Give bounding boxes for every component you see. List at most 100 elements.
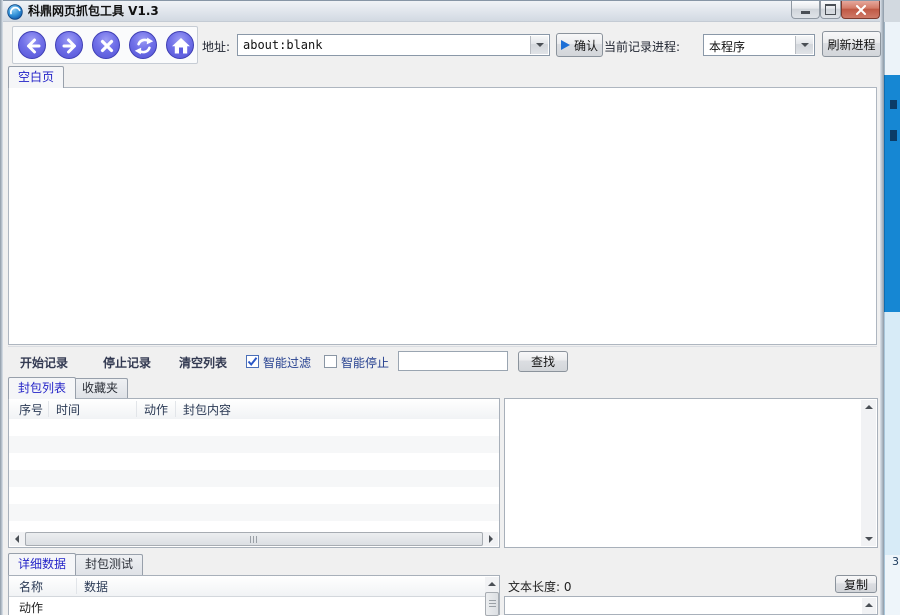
forward-button[interactable] [55, 31, 83, 59]
confirm-button[interactable]: 确认 [556, 33, 603, 57]
scroll-right-button[interactable] [484, 532, 498, 546]
scroll-left-button[interactable] [10, 532, 24, 546]
play-icon [561, 40, 570, 50]
window-frame-right [880, 0, 884, 615]
tab-packet-test[interactable]: 封包测试 [75, 554, 143, 575]
titlebar[interactable]: 科鼎网页抓包工具 V1.3 [0, 0, 884, 22]
arrow-down-icon [865, 537, 873, 541]
desktop-background: 3 [884, 0, 900, 615]
grip-icon [489, 600, 496, 608]
back-button[interactable] [18, 31, 46, 59]
refresh-process-button[interactable]: 刷新进程 [822, 31, 881, 57]
text-length-label: 文本长度: 0 [508, 578, 572, 595]
vertical-scrollbar[interactable] [862, 598, 876, 614]
address-dropdown-button[interactable] [530, 36, 548, 54]
smart-stop-checkbox[interactable] [324, 355, 337, 368]
x-icon [93, 32, 121, 60]
process-value: 本程序 [709, 38, 794, 55]
column-header-time[interactable]: 时间 [56, 401, 80, 418]
address-label: 地址: [202, 38, 230, 55]
close-icon [855, 5, 867, 15]
scroll-up-button[interactable] [862, 598, 876, 612]
vertical-scrollbar[interactable] [861, 400, 876, 546]
clear-list-button[interactable]: 清空列表 [179, 354, 227, 371]
background-segment [884, 312, 900, 555]
packet-table-body [9, 419, 499, 532]
detail-textarea[interactable] [504, 596, 878, 615]
smart-filter-label[interactable]: 智能过滤 [263, 354, 311, 371]
tab-detail-data[interactable]: 详细数据 [8, 553, 76, 575]
scrollbar-thumb[interactable] [25, 532, 483, 546]
column-header-index[interactable]: 序号 [19, 401, 43, 418]
detail-table-header: 名称 数据 [9, 576, 499, 597]
background-text-fragment [890, 130, 897, 141]
process-label: 当前记录进程: [604, 38, 680, 55]
column-header-content[interactable]: 封包内容 [183, 401, 231, 418]
arrow-right-icon [56, 32, 84, 60]
minimize-icon [801, 11, 810, 14]
arrow-up-icon [488, 582, 496, 586]
background-segment [884, 22, 900, 75]
home-button[interactable] [166, 31, 194, 59]
smart-filter-checkbox[interactable] [246, 355, 259, 368]
tab-favorites[interactable]: 收藏夹 [72, 378, 128, 398]
find-label: 查找 [531, 353, 555, 370]
window-title: 科鼎网页抓包工具 V1.3 [28, 1, 159, 22]
packet-content-panel[interactable] [504, 398, 878, 548]
grip-icon [250, 536, 258, 543]
refresh-process-label: 刷新进程 [827, 36, 875, 53]
tab-packet-list[interactable]: 封包列表 [8, 377, 76, 399]
process-combobox[interactable]: 本程序 [703, 34, 815, 56]
background-text-fragment [890, 100, 897, 109]
start-record-button[interactable]: 开始记录 [20, 354, 68, 371]
scrollbar-thumb[interactable] [485, 592, 499, 616]
background-window-behind [884, 75, 900, 312]
maximize-icon [825, 4, 836, 15]
stop-record-button[interactable]: 停止记录 [103, 354, 151, 371]
column-divider [175, 401, 176, 417]
window-frame-left [0, 0, 3, 615]
browser-view [8, 87, 877, 345]
detail-text-panel: 文本长度: 0 复制 [504, 575, 878, 615]
packet-list-panel: 序号 时间 动作 封包内容 [8, 398, 500, 548]
chevron-down-icon [536, 43, 544, 47]
background-text-3: 3 [884, 555, 900, 615]
copy-button[interactable]: 复制 [835, 575, 877, 593]
column-header-data[interactable]: 数据 [84, 578, 108, 595]
refresh-icon [130, 32, 158, 60]
search-input[interactable] [398, 351, 508, 371]
address-combobox[interactable]: about:blank [237, 34, 550, 56]
copy-label: 复制 [844, 576, 868, 593]
column-header-action[interactable]: 动作 [144, 401, 168, 418]
minimize-button[interactable] [791, 1, 820, 19]
scroll-up-button[interactable] [485, 577, 499, 591]
tab-blank-page[interactable]: 空白页 [8, 66, 64, 88]
stop-button[interactable] [92, 31, 120, 59]
close-button[interactable] [841, 1, 880, 19]
app-icon [7, 4, 23, 20]
chevron-down-icon [801, 43, 809, 47]
vertical-scrollbar[interactable] [485, 577, 499, 615]
divider [8, 346, 877, 347]
address-value: about:blank [243, 38, 529, 52]
smart-stop-label[interactable]: 智能停止 [341, 354, 389, 371]
refresh-button[interactable] [129, 31, 157, 59]
packet-table-header: 序号 时间 动作 封包内容 [9, 399, 499, 420]
horizontal-scrollbar[interactable] [10, 532, 498, 546]
arrow-right-icon [489, 535, 493, 543]
arrow-left-icon [15, 535, 19, 543]
maximize-button[interactable] [820, 1, 841, 19]
scroll-up-button[interactable] [861, 400, 876, 414]
detail-table-panel: 名称 数据 动作 [8, 575, 500, 615]
detail-row-action[interactable]: 动作 [19, 599, 43, 616]
home-icon [167, 32, 195, 60]
process-dropdown-button[interactable] [795, 36, 813, 54]
find-button[interactable]: 查找 [518, 351, 568, 372]
app-window: 科鼎网页抓包工具 V1.3 [0, 0, 884, 615]
background-segment [884, 0, 900, 22]
arrow-up-icon [865, 405, 873, 409]
column-divider [48, 401, 49, 417]
confirm-label: 确认 [574, 37, 598, 54]
scroll-down-button[interactable] [861, 532, 876, 546]
column-header-name[interactable]: 名称 [19, 578, 43, 595]
